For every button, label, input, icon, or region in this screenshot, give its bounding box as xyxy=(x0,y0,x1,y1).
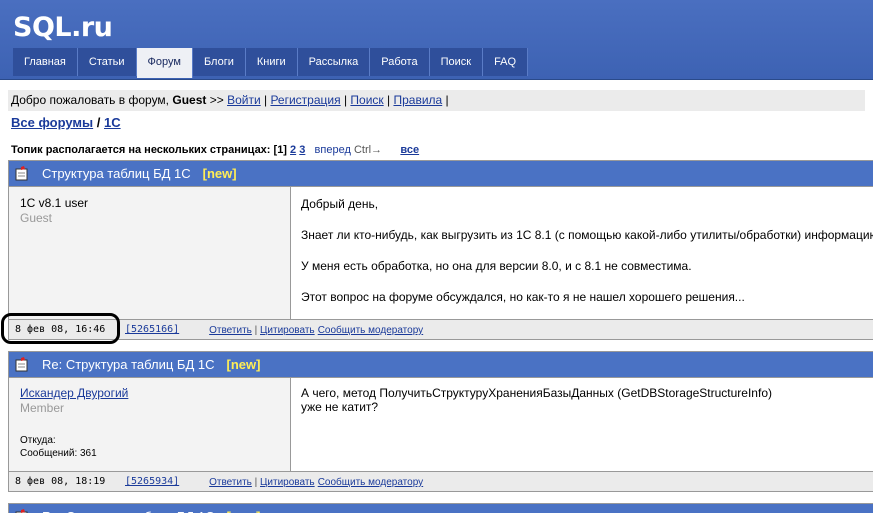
nav-newsletter[interactable]: Рассылка xyxy=(297,48,371,76)
nav-forum[interactable]: Форум xyxy=(136,48,193,78)
post-actions: Ответить | Цитировать Сообщить модератор… xyxy=(203,320,423,339)
post-title-bar: Re: Структура таблиц БД 1С [new] xyxy=(9,504,873,513)
page-all-link[interactable]: все xyxy=(400,144,419,156)
welcome-arrow: >> xyxy=(206,93,228,107)
note-icon xyxy=(15,509,28,513)
report-link[interactable]: Сообщить модератору xyxy=(318,477,423,488)
nav-books[interactable]: Книги xyxy=(245,48,298,76)
search-link[interactable]: Поиск xyxy=(350,93,383,107)
message-line: Этот вопрос на форуме обсуждался, но как… xyxy=(301,290,745,304)
breadcrumb-forum-1c[interactable]: 1C xyxy=(104,115,121,130)
forum-post: Структура таблиц БД 1С [new] 1С v8.1 use… xyxy=(8,160,873,340)
action-sep: | xyxy=(251,477,261,488)
forum-post: Re: Структура таблиц БД 1С [new] xyxy=(8,503,873,513)
post-footer: 8 фев 08, 16:46 [5265166] Ответить | Цит… xyxy=(9,319,873,339)
message-line: Добрый день, xyxy=(301,197,379,211)
post-message: Добрый день, Знает ли кто-нибудь, как вы… xyxy=(291,187,873,319)
new-badge: [new] xyxy=(227,504,261,513)
breadcrumb-sep: / xyxy=(93,115,104,130)
post-title: Re: Структура таблиц БД 1С xyxy=(42,504,215,513)
author-post-count: Сообщений: 361 xyxy=(20,448,97,459)
page-link-2[interactable]: 2 xyxy=(290,144,296,156)
nav-blogs[interactable]: Блоги xyxy=(192,48,246,76)
nav-articles[interactable]: Статьи xyxy=(77,48,137,76)
message-line: уже не катит? xyxy=(301,400,379,414)
message-line: А чего, метод ПолучитьСтруктуруХраненияБ… xyxy=(301,386,772,400)
post-id-link[interactable]: [5265934] xyxy=(125,472,203,491)
author-role: Member xyxy=(20,401,65,415)
author-role: Guest xyxy=(20,211,53,225)
main-nav: Главная Статьи Форум Блоги Книги Рассылк… xyxy=(13,48,529,78)
action-sep: | xyxy=(251,325,261,336)
quote-link[interactable]: Цитировать xyxy=(260,477,315,488)
post-body: Искандер Двурогий Member Откуда: Сообщен… xyxy=(9,377,873,471)
post-title: Re: Структура таблиц БД 1С xyxy=(42,357,215,372)
nav-faq[interactable]: FAQ xyxy=(483,48,529,76)
rules-link[interactable]: Правила xyxy=(393,93,442,107)
post-body: 1С v8.1 user Guest Добрый день, Знает ли… xyxy=(9,186,873,319)
post-footer: 8 фев 08, 18:19 [5265934] Ответить | Цит… xyxy=(9,471,873,491)
reply-link[interactable]: Ответить xyxy=(209,325,252,336)
note-icon xyxy=(15,166,28,181)
quote-link[interactable]: Цитировать xyxy=(260,325,315,336)
reply-link[interactable]: Ответить xyxy=(209,477,252,488)
post-title-bar: Re: Структура таблиц БД 1С [new] xyxy=(9,352,873,377)
breadcrumb: Все форумы / 1C xyxy=(11,115,121,130)
author-name-link[interactable]: Искандер Двурогий xyxy=(20,386,279,400)
pagination: Топик располагается на нескольких страни… xyxy=(11,144,419,156)
nav-home[interactable]: Главная xyxy=(13,48,78,76)
welcome-text: Добро пожаловать в форум, xyxy=(11,93,173,107)
post-message: А чего, метод ПолучитьСтруктуруХраненияБ… xyxy=(291,378,873,471)
report-link[interactable]: Сообщить модератору xyxy=(318,325,423,336)
pagination-label: Топик располагается на нескольких страни… xyxy=(11,144,271,156)
message-line: Знает ли кто-нибудь, как выгрузить из 1С… xyxy=(301,228,873,242)
page-forward[interactable]: вперед xyxy=(315,144,351,156)
post-actions: Ответить | Цитировать Сообщить модератор… xyxy=(203,472,423,491)
page-forward-hotkey: Ctrl→ xyxy=(353,144,383,156)
note-icon xyxy=(15,357,28,372)
new-badge: [new] xyxy=(202,166,237,181)
new-badge: [new] xyxy=(226,357,261,372)
highlight-oval xyxy=(1,313,120,344)
author-name: 1С v8.1 user xyxy=(20,196,89,210)
post-author: Искандер Двурогий Member Откуда: Сообщен… xyxy=(9,378,291,471)
nav-search[interactable]: Поиск xyxy=(429,48,484,76)
author-meta: Откуда: Сообщений: 361 xyxy=(20,434,279,460)
message-line: У меня есть обработка, но она для версии… xyxy=(301,259,692,273)
post-title: Структура таблиц БД 1С xyxy=(42,166,191,181)
post-date: 8 фев 08, 18:19 xyxy=(15,476,106,487)
page-current: [1] xyxy=(273,144,287,156)
breadcrumb-all-forums[interactable]: Все форумы xyxy=(11,115,93,130)
welcome-bar: Добро пожаловать в форум, Guest >> Войти… xyxy=(8,90,865,111)
register-link[interactable]: Регистрация xyxy=(270,93,340,107)
welcome-user: Guest xyxy=(172,93,207,107)
page-link-3[interactable]: 3 xyxy=(299,144,305,156)
site-header: SQL.ru Главная Статьи Форум Блоги Книги … xyxy=(0,0,873,80)
post-id-link[interactable]: [5265166] xyxy=(125,320,203,339)
post-title-bar: Структура таблиц БД 1С [new] xyxy=(9,161,873,186)
site-logo[interactable]: SQL.ru xyxy=(13,12,113,43)
forum-post: Re: Структура таблиц БД 1С [new] Исканде… xyxy=(8,351,873,492)
nav-jobs[interactable]: Работа xyxy=(370,48,430,76)
login-link[interactable]: Войти xyxy=(227,93,261,107)
post-author: 1С v8.1 user Guest xyxy=(9,187,291,319)
author-from: Откуда: xyxy=(20,435,56,446)
